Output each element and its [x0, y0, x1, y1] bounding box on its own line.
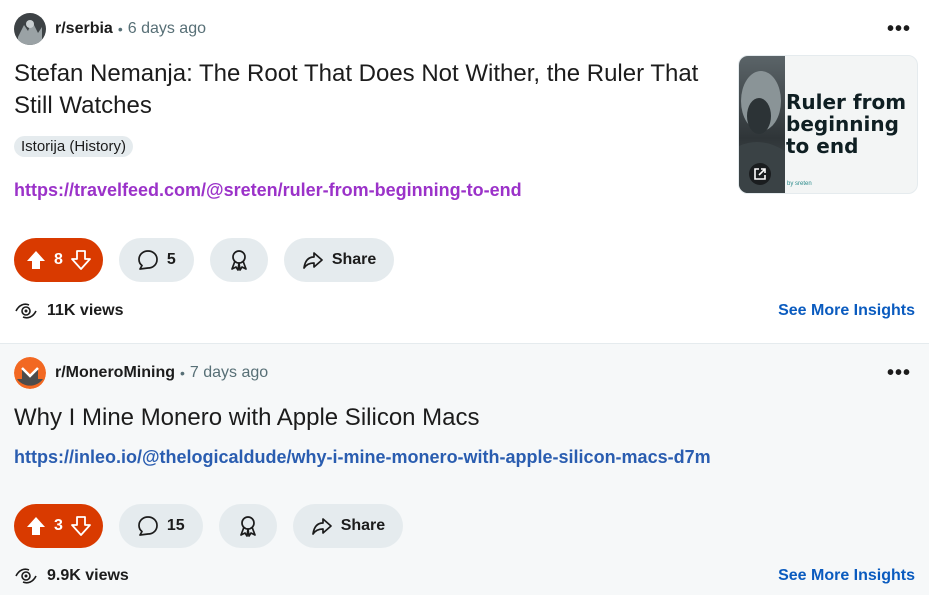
downvote-icon[interactable]: [71, 516, 91, 536]
upvote-icon[interactable]: [26, 516, 46, 536]
post-flair[interactable]: Istorija (History): [14, 136, 134, 157]
subreddit-avatar[interactable]: [14, 357, 46, 389]
see-more-insights-link[interactable]: See More Insights: [778, 567, 915, 585]
more-options-icon[interactable]: •••: [887, 363, 911, 383]
share-icon: [302, 252, 323, 269]
post-actions: 8 5 Share: [14, 238, 410, 282]
more-options-icon[interactable]: •••: [887, 19, 911, 39]
post-card[interactable]: r/serbia • 6 days ago ••• Stefan Nemanja…: [0, 0, 929, 343]
subreddit-name[interactable]: r/MoneroMining: [55, 364, 175, 382]
post-link[interactable]: https://inleo.io/@thelogicaldude/why-i-m…: [14, 447, 711, 468]
share-label: Share: [340, 517, 386, 534]
comment-count: 15: [166, 517, 185, 534]
views-count: 11K views: [47, 302, 124, 319]
award-button[interactable]: [209, 238, 268, 282]
see-more-insights-link[interactable]: See More Insights: [778, 302, 915, 320]
share-button[interactable]: Share: [283, 238, 395, 282]
vote-control: 8: [14, 238, 103, 282]
post-thumbnail[interactable]: Ruler from beginning to end by sreten: [738, 55, 918, 194]
comments-button[interactable]: 15: [118, 504, 203, 548]
post-actions: 3 15 Share: [14, 504, 419, 548]
comment-icon: [138, 516, 158, 536]
views-stat: 11K views: [14, 301, 124, 321]
thumbnail-title: Ruler from beginning to end: [786, 90, 907, 158]
views-stat: 9.9K views: [14, 566, 129, 586]
meta-separator: •: [179, 365, 185, 381]
post-meta: r/MoneroMining • 7 days ago: [14, 357, 268, 389]
downvote-icon[interactable]: [71, 250, 91, 270]
share-button[interactable]: Share: [292, 504, 404, 548]
thumbnail-byline: by sreten: [787, 181, 812, 187]
post-age: 7 days ago: [189, 364, 269, 381]
views-icon: [15, 568, 37, 584]
upvote-icon[interactable]: [26, 250, 46, 270]
meta-separator: •: [117, 21, 123, 37]
post-age: 6 days ago: [127, 20, 206, 37]
vote-count: 8: [54, 251, 63, 268]
post-title[interactable]: Why I Mine Monero with Apple Silicon Mac…: [14, 402, 894, 434]
external-link-icon[interactable]: [749, 163, 771, 185]
views-count: 9.9K views: [47, 567, 129, 584]
post-card[interactable]: r/MoneroMining • 7 days ago ••• Why I Mi…: [0, 344, 929, 595]
post-meta: r/serbia • 6 days ago: [14, 13, 206, 45]
subreddit-avatar[interactable]: [14, 13, 46, 45]
vote-control: 3: [14, 504, 103, 548]
share-label: Share: [331, 251, 377, 268]
post-link[interactable]: https://travelfeed.com/@sreten/ruler-fro…: [14, 180, 522, 201]
post-title[interactable]: Stefan Nemanja: The Root That Does Not W…: [14, 58, 729, 122]
vote-count: 3: [54, 517, 63, 534]
comment-count: 5: [166, 251, 176, 268]
award-icon: [230, 250, 247, 271]
award-icon: [239, 516, 256, 537]
subreddit-name[interactable]: r/serbia: [55, 20, 113, 38]
comment-icon: [138, 250, 158, 270]
views-icon: [15, 303, 37, 319]
award-button[interactable]: [218, 504, 277, 548]
comments-button[interactable]: 5: [118, 238, 194, 282]
share-icon: [311, 518, 332, 535]
